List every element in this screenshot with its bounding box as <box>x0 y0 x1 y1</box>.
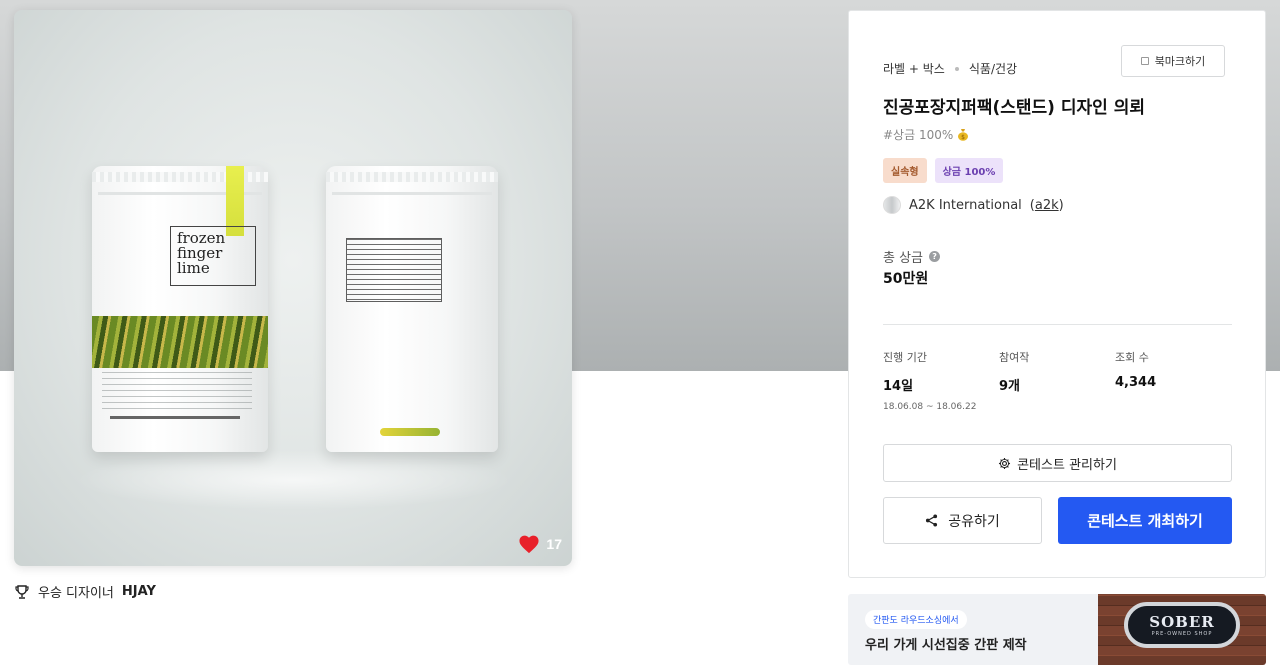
manage-contest-button[interactable]: 콘테스트 관리하기 <box>883 444 1232 482</box>
contest-title: 진공포장지퍼팩(스탠드) 디자인 의뢰 <box>883 98 1145 118</box>
stat-duration: 진행 기간 14일 18.06.08 ~ 18.06.22 <box>883 349 976 412</box>
like-count: 17 <box>546 536 562 552</box>
heart-icon <box>519 535 539 554</box>
divider <box>883 324 1232 325</box>
owner-name: A2K International <box>909 197 1022 213</box>
category-main[interactable]: 라벨 + 박스 <box>883 60 945 77</box>
stat-value: 4,344 <box>1115 375 1157 390</box>
pouch-lime-window <box>92 316 268 368</box>
host-contest-label: 콘테스트 개최하기 <box>1087 512 1203 530</box>
stat-label: 진행 기간 <box>883 351 927 364</box>
bookmark-label: 북마크하기 <box>1154 55 1206 68</box>
category-separator <box>954 66 959 71</box>
front-pouch-image: frozen finger lime <box>92 166 268 452</box>
avatar <box>883 196 901 214</box>
pouch-brand-line: lime <box>177 259 210 277</box>
share-button[interactable]: 공유하기 <box>883 497 1042 544</box>
badge-prize: 상금 100% <box>934 158 1004 183</box>
banner-sign-image: SOBER PRE-OWNED SHOP <box>1124 602 1240 648</box>
contest-owner[interactable]: A2K International (a2k) <box>883 196 1064 214</box>
banner-sign-sub: PRE-OWNED SHOP <box>1151 631 1213 637</box>
bookmark-button[interactable]: 북마크하기 <box>1121 45 1225 77</box>
banner-photo: SOBER PRE-OWNED SHOP <box>1098 594 1266 665</box>
contest-info-panel: 라벨 + 박스 식품/건강 북마크하기 진공포장지퍼팩(스탠드) 디자인 의뢰 … <box>848 10 1266 578</box>
owner-handle-close: ) <box>1058 197 1064 213</box>
signage-ad-banner[interactable]: 간판도 라우드소싱에서 우리 가게 시선집중 간판 제작 SOBER PRE-O… <box>848 594 1266 665</box>
banner-text: 우리 가게 시선집중 간판 제작 <box>865 638 1027 653</box>
contest-image[interactable]: frozen finger lime 17 <box>14 10 572 566</box>
share-label: 공유하기 <box>948 513 1000 530</box>
stat-value: 9개 <box>999 379 1021 394</box>
owner-handle[interactable]: a2k <box>1035 198 1059 213</box>
pouch-nutrition-label <box>346 238 442 302</box>
total-prize-label-text: 총 상금 <box>883 251 924 266</box>
host-contest-button[interactable]: 콘테스트 개최하기 <box>1058 497 1232 544</box>
pouch-zipper <box>332 192 492 195</box>
stat-label: 참여작 <box>999 351 1030 364</box>
stat-label: 조회 수 <box>1115 351 1149 364</box>
stat-date-range: 18.06.08 ~ 18.06.22 <box>883 402 977 412</box>
manage-contest-label: 콘테스트 관리하기 <box>1017 457 1117 473</box>
pouch-body-text <box>102 372 252 412</box>
total-prize-value: 50만원 <box>883 271 929 287</box>
share-icon <box>926 514 938 527</box>
pouch-footer-line <box>110 416 240 419</box>
help-icon[interactable]: ? <box>929 251 941 262</box>
stat-entries: 참여작 9개 <box>999 349 1029 394</box>
category-breadcrumb: 라벨 + 박스 식품/건강 <box>883 60 1017 77</box>
stat-views: 조회 수 4,344 <box>1115 349 1156 390</box>
moneybag-icon: $ <box>958 129 969 141</box>
pouch-back-logo <box>380 428 440 436</box>
banner-sign-main: SOBER <box>1149 613 1215 631</box>
trophy-icon <box>15 584 29 599</box>
prize-hashtag-text[interactable]: #상금 100% <box>883 126 953 143</box>
winner-prefix: 우승 디자이너 <box>38 586 114 601</box>
badge-practical: 실속형 <box>883 158 927 183</box>
winner-info: 우승 디자이너 HJAY <box>14 582 156 601</box>
category-sub[interactable]: 식품/건강 <box>969 60 1017 77</box>
winner-name[interactable]: HJAY <box>122 584 156 599</box>
checkbox-icon <box>1140 57 1149 65</box>
banner-tag: 간판도 라우드소싱에서 <box>865 610 967 629</box>
prize-hashtag: #상금 100% $ <box>883 126 969 143</box>
back-pouch-image <box>326 166 498 452</box>
badge-list: 실속형 상금 100% <box>883 158 1004 183</box>
pouch-tear-notch <box>326 172 498 182</box>
stat-value: 14일 <box>883 379 914 394</box>
gear-icon <box>999 457 1011 469</box>
like-button[interactable]: 17 <box>518 534 562 554</box>
pouch-brand-box: frozen finger lime <box>170 226 256 286</box>
floor-reflection <box>74 450 514 510</box>
svg-text:$: $ <box>961 134 965 141</box>
owner-handle-wrap: (a2k) <box>1030 198 1064 213</box>
total-prize-label: 총 상금 ? <box>883 247 941 266</box>
